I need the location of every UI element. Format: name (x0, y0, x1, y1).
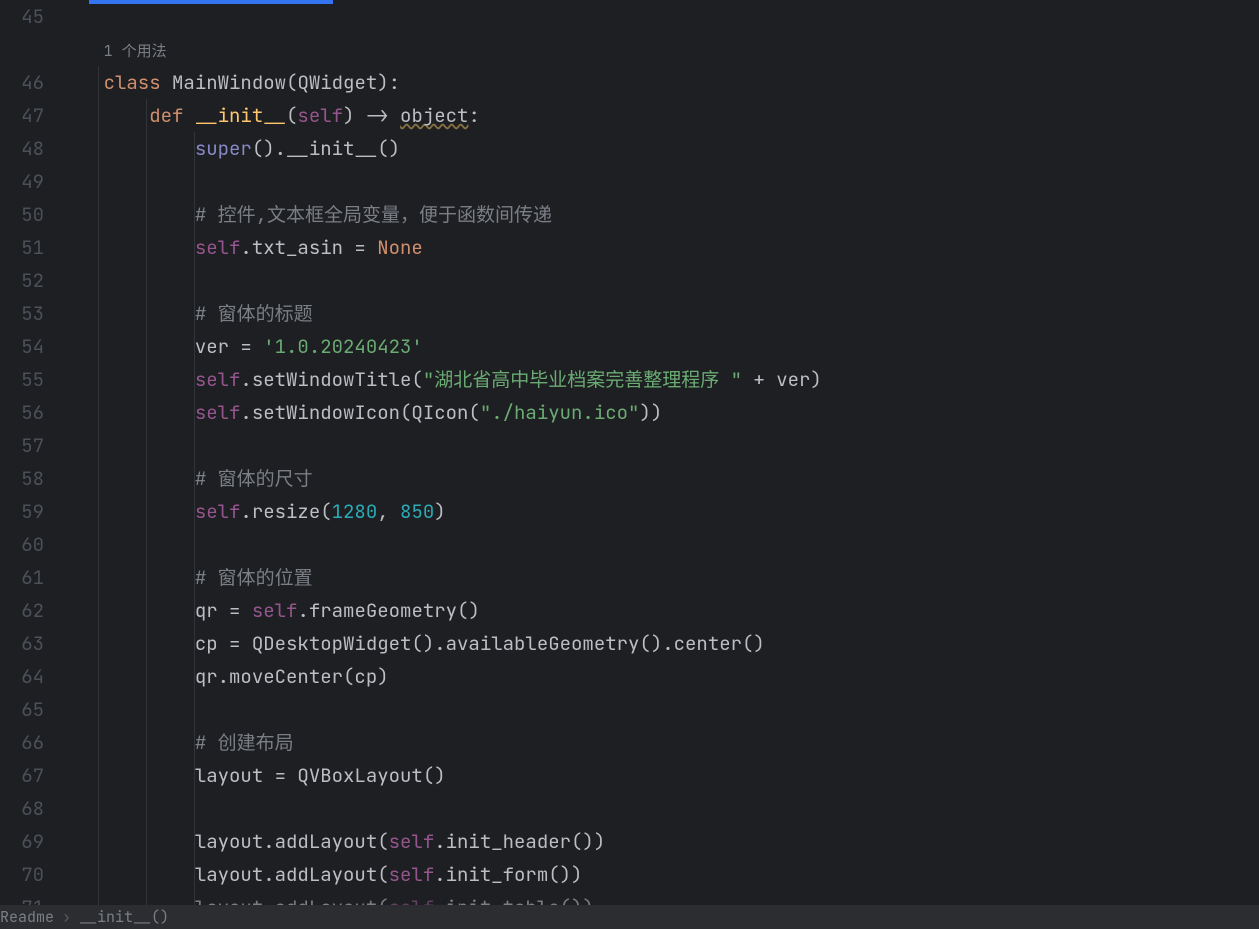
line-number: 55 (0, 363, 44, 396)
breadcrumb-item[interactable]: __init__() (79, 905, 169, 929)
line-number: 47 (0, 99, 44, 132)
code-line[interactable]: layout.addLayout(self.init_header()) (58, 825, 1259, 858)
line-number: 59 (0, 495, 44, 528)
line-number: 70 (0, 858, 44, 891)
breadcrumb: Readme › __init__() (0, 905, 1259, 929)
code-line[interactable]: ver = '1.0.20240423' (58, 330, 1259, 363)
line-number: 65 (0, 693, 44, 726)
line-number: 45 (0, 0, 44, 33)
code-line[interactable]: qr = self.frameGeometry() (58, 594, 1259, 627)
line-number: 58 (0, 462, 44, 495)
line-number: 50 (0, 198, 44, 231)
code-line[interactable]: # 控件,文本框全局变量，便于函数间传递 (58, 198, 1259, 231)
code-line[interactable]: layout.addLayout(self.init_form()) (58, 858, 1259, 891)
usage-hint[interactable]: 1 个用法 (58, 33, 1259, 66)
code-editor[interactable]: 45 46 47 48 49 50 51 52 53 54 55 56 57 5… (0, 0, 1259, 905)
code-line[interactable]: def __init__(self) -> object: (58, 99, 1259, 132)
line-number: 52 (0, 264, 44, 297)
line-number: 57 (0, 429, 44, 462)
breadcrumb-item[interactable]: Readme (0, 905, 54, 929)
code-content[interactable]: 1 个用法 class MainWindow(QWidget): def __i… (58, 0, 1259, 905)
code-line[interactable]: # 窗体的标题 (58, 297, 1259, 330)
line-number: 69 (0, 825, 44, 858)
code-line[interactable] (58, 165, 1259, 198)
code-line[interactable]: self.setWindowIcon(QIcon("./haiyun.ico")… (58, 396, 1259, 429)
line-number: 46 (0, 66, 44, 99)
code-line[interactable]: self.setWindowTitle("湖北省高中毕业档案完善整理程序 " +… (58, 363, 1259, 396)
code-line[interactable]: super().__init__() (58, 132, 1259, 165)
code-line[interactable]: class MainWindow(QWidget): (58, 66, 1259, 99)
line-number (0, 33, 44, 66)
line-number: 64 (0, 660, 44, 693)
line-number: 61 (0, 561, 44, 594)
line-number-gutter: 45 46 47 48 49 50 51 52 53 54 55 56 57 5… (0, 0, 58, 905)
line-number: 54 (0, 330, 44, 363)
code-line[interactable]: cp = QDesktopWidget().availableGeometry(… (58, 627, 1259, 660)
code-line[interactable] (58, 693, 1259, 726)
code-line[interactable] (58, 429, 1259, 462)
code-line[interactable]: self.txt_asin = None (58, 231, 1259, 264)
code-line[interactable] (58, 528, 1259, 561)
line-number: 49 (0, 165, 44, 198)
code-line[interactable]: # 窗体的位置 (58, 561, 1259, 594)
code-line[interactable]: # 窗体的尺寸 (58, 462, 1259, 495)
code-line[interactable] (58, 0, 1259, 33)
code-line[interactable] (58, 264, 1259, 297)
line-number: 51 (0, 231, 44, 264)
code-line[interactable]: # 创建布局 (58, 726, 1259, 759)
line-number: 67 (0, 759, 44, 792)
code-line[interactable]: layout = QVBoxLayout() (58, 759, 1259, 792)
code-line[interactable] (58, 792, 1259, 825)
code-line[interactable]: qr.moveCenter(cp) (58, 660, 1259, 693)
line-number: 63 (0, 627, 44, 660)
line-number: 53 (0, 297, 44, 330)
line-number: 66 (0, 726, 44, 759)
line-number: 60 (0, 528, 44, 561)
code-line[interactable]: self.resize(1280, 850) (58, 495, 1259, 528)
line-number: 62 (0, 594, 44, 627)
line-number: 68 (0, 792, 44, 825)
chevron-right-icon: › (62, 905, 71, 929)
line-number: 48 (0, 132, 44, 165)
line-number: 56 (0, 396, 44, 429)
